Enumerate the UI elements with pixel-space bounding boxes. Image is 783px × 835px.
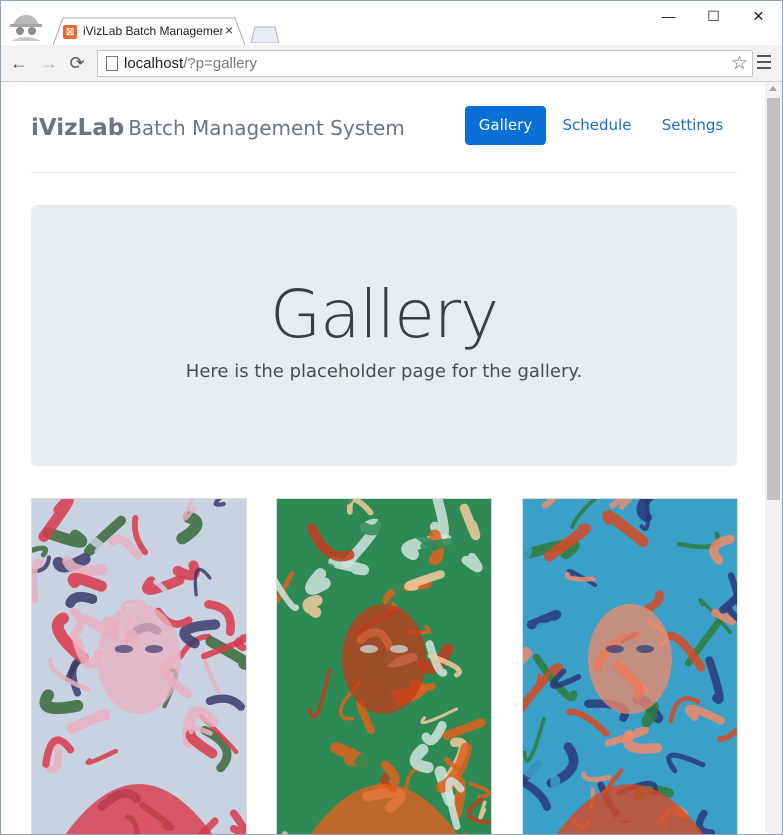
- menu-icon[interactable]: [757, 55, 771, 73]
- header-divider: [31, 172, 737, 173]
- maximize-button[interactable]: ☐: [691, 1, 736, 31]
- browser-tab[interactable]: ☒ iVizLab Batch Managemen ×: [53, 17, 245, 45]
- gallery-image-3[interactable]: [522, 498, 738, 834]
- scroll-up-arrow-icon[interactable]: [769, 86, 777, 91]
- nav-gallery[interactable]: Gallery: [465, 106, 546, 145]
- artwork-image: [277, 499, 491, 834]
- title-bar: ☒ iVizLab Batch Managemen × — ☐ ✕: [1, 1, 782, 45]
- site-brand[interactable]: iVizLab Batch Management System: [31, 115, 405, 141]
- nav-schedule[interactable]: Schedule: [554, 106, 640, 145]
- artwork-image: [32, 499, 246, 834]
- brand-name: iVizLab: [31, 115, 125, 141]
- hero-jumbotron: Gallery Here is the placeholder page for…: [31, 205, 737, 466]
- bookmark-star-icon[interactable]: ☆: [731, 52, 748, 75]
- hero-title: Gallery: [269, 276, 499, 353]
- back-arrow-icon[interactable]: ←: [7, 51, 31, 75]
- url-text[interactable]: localhost/?p=gallery: [124, 55, 257, 72]
- url-host: localhost: [124, 55, 184, 72]
- reload-icon[interactable]: ⟳: [65, 51, 89, 75]
- page-icon: [106, 56, 118, 71]
- url-path: /?p=gallery: [183, 55, 258, 72]
- minimize-button[interactable]: —: [646, 1, 691, 31]
- window-close-button[interactable]: ✕: [736, 1, 781, 31]
- address-bar[interactable]: localhost/?p=gallery ☆: [97, 50, 753, 77]
- nav-settings[interactable]: Settings: [652, 106, 733, 145]
- gallery-image-2[interactable]: [276, 498, 492, 834]
- scroll-thumb[interactable]: [767, 98, 780, 500]
- gallery-image-1[interactable]: [31, 498, 247, 834]
- vertical-scrollbar[interactable]: [765, 82, 782, 834]
- xampp-favicon-icon: ☒: [63, 25, 77, 39]
- page-content: iVizLab Batch Management System Gallery S…: [1, 82, 765, 834]
- hero-subtitle: Here is the placeholder page for the gal…: [185, 361, 583, 382]
- artwork-image: [523, 499, 737, 834]
- tab-close-icon[interactable]: ×: [225, 22, 233, 38]
- incognito-icon: [10, 15, 42, 41]
- new-tab-button[interactable]: [247, 25, 281, 43]
- browser-window: ☒ iVizLab Batch Managemen × — ☐ ✕ ← → ⟳ …: [0, 0, 783, 835]
- brand-tagline: Batch Management System: [128, 116, 405, 140]
- tab-title: iVizLab Batch Managemen: [83, 24, 223, 38]
- browser-toolbar: ← → ⟳ localhost/?p=gallery ☆: [1, 45, 782, 82]
- forward-arrow-icon[interactable]: →: [37, 51, 61, 75]
